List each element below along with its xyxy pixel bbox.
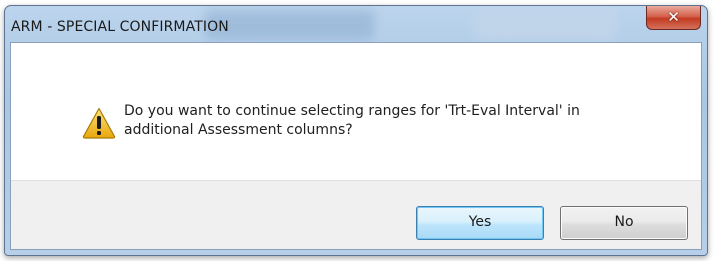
title-bar-background-blur: [205, 10, 375, 40]
no-button[interactable]: No: [560, 206, 688, 240]
title-bar[interactable]: ARM - SPECIAL CONFIRMATION ✕: [5, 6, 707, 46]
message-line: additional Assessment columns?: [124, 122, 353, 138]
warning-icon: [82, 107, 116, 139]
button-bar: Yes No: [11, 180, 701, 249]
close-button[interactable]: ✕: [646, 6, 701, 30]
dialog-body: Do you want to continue selecting ranges…: [10, 42, 702, 250]
message-line: Do you want to continue selecting ranges…: [124, 103, 580, 119]
message-area: Do you want to continue selecting ranges…: [11, 43, 701, 180]
title-bar-background-blur: [475, 10, 615, 40]
confirmation-dialog: ARM - SPECIAL CONFIRMATION ✕ Do you want…: [4, 5, 708, 256]
close-icon: ✕: [667, 8, 680, 26]
dialog-title: ARM - SPECIAL CONFIRMATION: [11, 19, 229, 35]
confirmation-message: Do you want to continue selecting ranges…: [124, 102, 684, 140]
yes-button[interactable]: Yes: [416, 206, 544, 240]
